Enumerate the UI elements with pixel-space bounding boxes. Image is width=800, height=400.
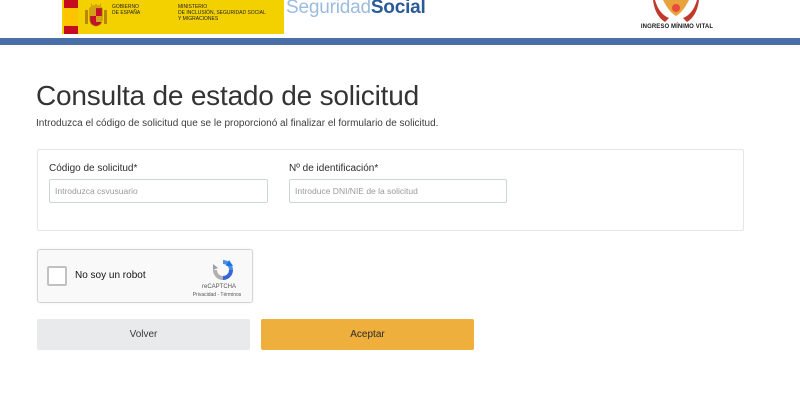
id-label: Nº de identificación* bbox=[289, 163, 379, 174]
ministerio-text: MINISTERIO DE INCLUSIÓN, SEGURIDAD SOCIA… bbox=[178, 4, 266, 22]
id-input[interactable] bbox=[289, 179, 507, 203]
page-subtitle: Introduzca el código de solicitud que se… bbox=[36, 118, 439, 129]
request-form: Código de solicitud* Nº de identificació… bbox=[37, 149, 744, 231]
accept-button[interactable]: Aceptar bbox=[261, 319, 474, 350]
coat-of-arms-icon bbox=[85, 3, 107, 27]
ingreso-minimo-vital-emblem-icon bbox=[653, 0, 699, 22]
site-header: GOBIERNO DE ESPAÑA MINISTERIO DE INCLUSI… bbox=[0, 0, 800, 40]
back-button[interactable]: Volver bbox=[37, 319, 250, 350]
gobierno-logo-block: GOBIERNO DE ESPAÑA MINISTERIO DE INCLUSI… bbox=[62, 0, 284, 34]
recaptcha-privacy-links[interactable]: Privacidad - Términos bbox=[184, 292, 250, 298]
spain-flag-icon bbox=[64, 0, 78, 34]
recaptcha-brand: reCAPTCHA bbox=[201, 284, 236, 290]
code-label: Código de solicitud* bbox=[49, 163, 138, 174]
recaptcha-logo-icon bbox=[213, 260, 233, 280]
gobierno-text: GOBIERNO DE ESPAÑA bbox=[112, 4, 141, 16]
header-divider bbox=[0, 38, 800, 45]
recaptcha-checkbox[interactable] bbox=[47, 266, 67, 286]
recaptcha-widget: No soy un robot reCAPTCHA Privacidad - T… bbox=[37, 249, 253, 303]
code-input[interactable] bbox=[49, 179, 268, 203]
ingreso-minimo-vital-label: INGRESO MÍNIMO VITAL bbox=[640, 24, 714, 30]
page-title: Consulta de estado de solicitud bbox=[36, 80, 419, 111]
recaptcha-label: No soy un robot bbox=[75, 270, 146, 281]
seguridad-social-logo: SeguridadSocial bbox=[286, 0, 426, 18]
